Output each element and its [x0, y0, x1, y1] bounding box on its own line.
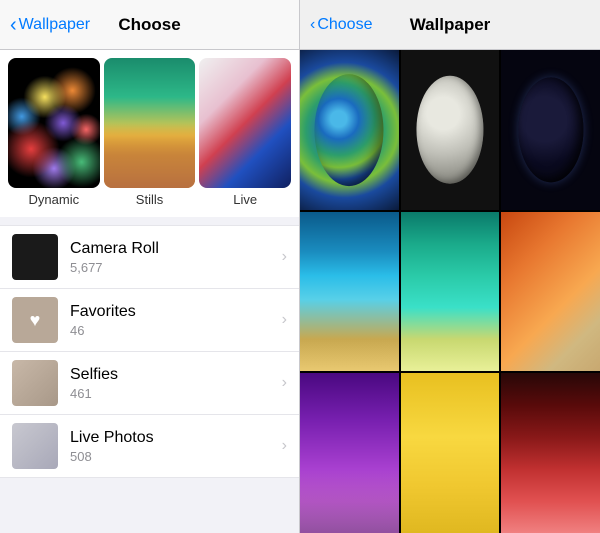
right-back-button[interactable]: ‹ Choose [310, 16, 372, 34]
grid-cell-earth[interactable] [300, 50, 399, 210]
list-item-selfies[interactable]: Selfies 461 › [0, 352, 299, 415]
live-photos-name: Live Photos [70, 429, 282, 447]
camera-roll-name: Camera Roll [70, 240, 282, 258]
right-nav-bar: ‹ Choose Wallpaper [300, 0, 600, 50]
preview-labels: Dynamic Stills Live [0, 188, 299, 215]
grid-cell-yellow[interactable] [401, 373, 500, 533]
list-item-live-photos[interactable]: Live Photos 508 › [0, 415, 299, 478]
left-back-label: Wallpaper [19, 16, 90, 34]
heart-icon: ♥ [30, 310, 41, 331]
live-photos-count: 508 [70, 449, 282, 464]
list-item-camera-roll[interactable]: Camera Roll 5,677 › [0, 225, 299, 289]
camera-roll-chevron-icon: › [282, 248, 287, 266]
stills-thumb[interactable] [104, 58, 196, 188]
list-item-favorites[interactable]: ♥ Favorites 46 › [0, 289, 299, 352]
live-photos-info: Live Photos 508 [70, 429, 282, 464]
chevron-left-icon: ‹ [10, 15, 17, 35]
selfies-name: Selfies [70, 366, 282, 384]
grid-cell-moon[interactable] [401, 50, 500, 210]
dynamic-label: Dynamic [8, 188, 100, 215]
live-label: Live [199, 188, 291, 215]
right-chevron-left-icon: ‹ [310, 16, 315, 34]
favorites-count: 46 [70, 323, 282, 338]
left-nav-bar: ‹ Wallpaper Choose [0, 0, 299, 50]
camera-roll-info: Camera Roll 5,677 [70, 240, 282, 275]
left-nav-title: Choose [118, 15, 180, 35]
grid-cell-night-earth[interactable] [501, 50, 600, 210]
dynamic-thumb[interactable] [8, 58, 100, 188]
camera-roll-thumbnail [12, 234, 58, 280]
grid-cell-teal-wave[interactable] [401, 212, 500, 372]
right-back-label: Choose [317, 16, 372, 34]
grid-cell-wave[interactable] [300, 212, 399, 372]
live-photos-thumbnail [12, 423, 58, 469]
grid-cell-purple-flowers[interactable] [300, 373, 399, 533]
selfies-chevron-icon: › [282, 374, 287, 392]
favorites-thumbnail: ♥ [12, 297, 58, 343]
right-panel: ‹ Choose Wallpaper [300, 0, 600, 533]
favorites-chevron-icon: › [282, 311, 287, 329]
wallpaper-previews [0, 50, 299, 188]
camera-roll-count: 5,677 [70, 260, 282, 275]
selfies-info: Selfies 461 [70, 366, 282, 401]
live-photos-chevron-icon: › [282, 437, 287, 455]
wallpaper-previews-section: Dynamic Stills Live [0, 50, 299, 217]
favorites-info: Favorites 46 [70, 303, 282, 338]
left-back-button[interactable]: ‹ Wallpaper [10, 15, 90, 35]
left-panel: ‹ Wallpaper Choose Dynamic Stills Live C… [0, 0, 300, 533]
right-nav-title: Wallpaper [410, 15, 491, 35]
photo-albums-list: Camera Roll 5,677 › ♥ Favorites 46 › Sel… [0, 217, 299, 533]
selfies-count: 461 [70, 386, 282, 401]
wallpaper-grid [300, 50, 600, 533]
stills-label: Stills [104, 188, 196, 215]
grid-cell-orange-abstract[interactable] [501, 212, 600, 372]
grid-cell-red-flowers[interactable] [501, 373, 600, 533]
live-thumb[interactable] [199, 58, 291, 188]
favorites-name: Favorites [70, 303, 282, 321]
selfies-thumbnail [12, 360, 58, 406]
